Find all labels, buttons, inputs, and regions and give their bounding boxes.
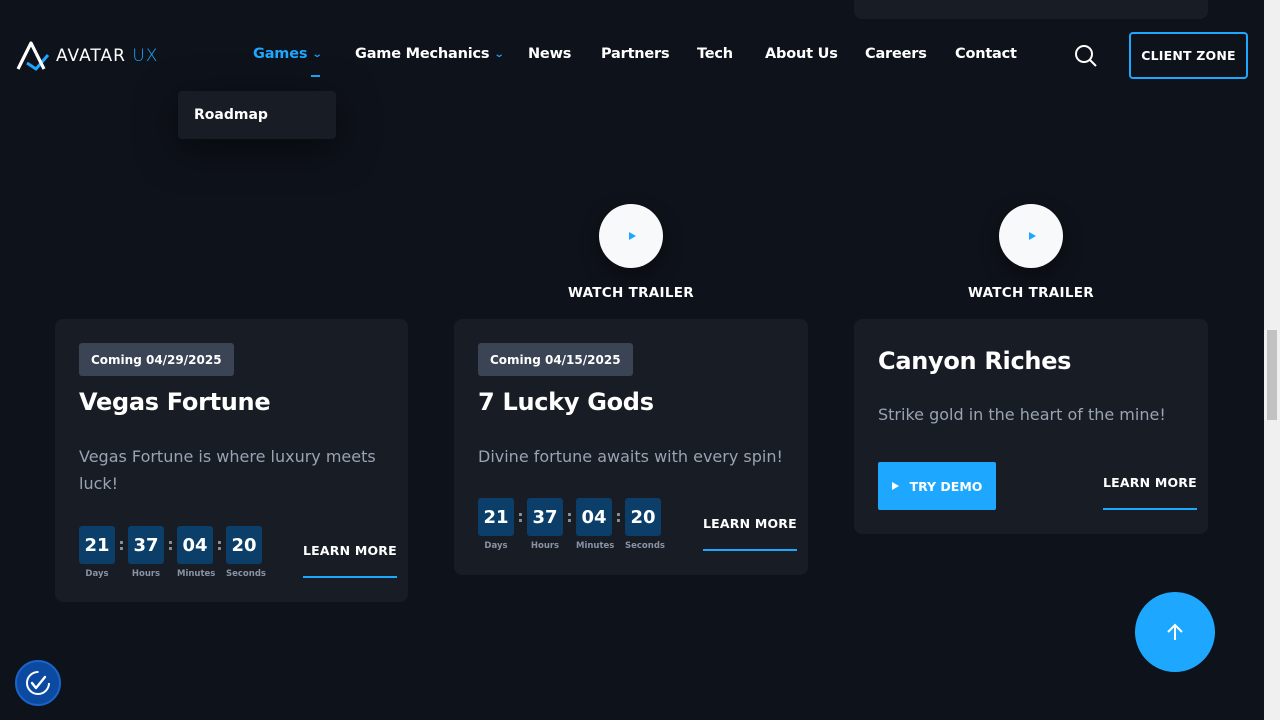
play-icon	[891, 482, 899, 490]
coming-date-badge: Coming 04/15/2025	[478, 343, 633, 376]
trailer-label[interactable]: WATCH TRAILER	[951, 285, 1111, 301]
countdown-seconds: 20 Seconds	[226, 526, 266, 579]
try-demo-button[interactable]: TRY DEMO	[878, 462, 996, 510]
chevron-down-icon: ⌄	[494, 48, 505, 60]
accessibility-icon	[26, 671, 50, 695]
avatar-logo-icon	[16, 41, 50, 71]
countdown-separator: :	[167, 535, 174, 554]
countdown-separator: :	[615, 507, 622, 526]
coming-date-badge: Coming 04/29/2025	[79, 343, 234, 376]
client-zone-button[interactable]: CLIENT ZONE	[1129, 32, 1248, 79]
game-description: Strike gold in the heart of the mine!	[878, 405, 1166, 424]
logo[interactable]: AVATAR UX	[16, 38, 158, 74]
countdown-separator: :	[118, 535, 125, 554]
game-title: Vegas Fortune	[79, 388, 271, 416]
countdown-seconds: 20 Seconds	[625, 498, 665, 551]
play-button[interactable]	[599, 204, 663, 268]
game-card-7-lucky-gods: Coming 04/15/2025 7 Lucky Gods Divine fo…	[454, 319, 808, 575]
game-description: Vegas Fortune is where luxury meets luck…	[79, 447, 376, 493]
nav-about-us[interactable]: About Us	[765, 46, 838, 62]
nav-tech[interactable]: Tech	[697, 46, 733, 62]
accessibility-button[interactable]	[15, 660, 61, 706]
countdown-hours: 37 Hours	[128, 526, 164, 579]
play-icon	[628, 232, 636, 240]
dropdown-item-roadmap[interactable]: Roadmap	[194, 107, 268, 123]
arrow-up-icon	[1167, 623, 1183, 640]
game-title: Canyon Riches	[878, 347, 1072, 375]
countdown-hours: 37 Hours	[527, 498, 563, 551]
watch-trailer-canyon-riches[interactable]: WATCH TRAILER	[951, 204, 1111, 301]
game-card-canyon-riches: Canyon Riches Strike gold in the heart o…	[854, 319, 1208, 534]
page-scrollbar[interactable]	[1264, 0, 1280, 720]
countdown-minutes: 04 Minutes	[177, 526, 215, 579]
nav-partners[interactable]: Partners	[601, 46, 670, 62]
scroll-to-top-button[interactable]	[1135, 592, 1215, 672]
learn-more-link[interactable]: LEARN MORE	[1103, 475, 1197, 510]
search-icon[interactable]	[1074, 44, 1098, 68]
watch-trailer-7-lucky-gods[interactable]: WATCH TRAILER	[551, 204, 711, 301]
chevron-down-icon: ⌄	[312, 48, 323, 60]
countdown-minutes: 04 Minutes	[576, 498, 614, 551]
countdown-separator: :	[566, 507, 573, 526]
countdown-separator: :	[216, 535, 223, 554]
countdown-separator: :	[517, 507, 524, 526]
games-dropdown: Roadmap	[178, 91, 336, 139]
game-card-vegas-fortune: Coming 04/29/2025 Vegas Fortune Vegas Fo…	[55, 319, 408, 602]
logo-text: AVATAR UX	[56, 46, 159, 66]
countdown: 21 Days : 37 Hours : 04 Minutes : 20 Seconds	[478, 498, 665, 551]
countdown-days: 21 Days	[79, 526, 115, 579]
scrollbar-thumb[interactable]	[1267, 330, 1277, 420]
game-description: Divine fortune awaits with every spin!	[478, 447, 783, 466]
play-button[interactable]	[999, 204, 1063, 268]
active-nav-indicator	[311, 75, 320, 77]
nav-careers[interactable]: Careers	[865, 46, 927, 62]
nav-games[interactable]: Games ⌄	[253, 46, 323, 62]
learn-more-link[interactable]: LEARN MORE	[703, 516, 797, 551]
countdown-days: 21 Days	[478, 498, 514, 551]
game-title: 7 Lucky Gods	[478, 388, 654, 416]
trailer-label[interactable]: WATCH TRAILER	[551, 285, 711, 301]
nav-game-mechanics[interactable]: Game Mechanics ⌄	[355, 46, 505, 62]
nav-news[interactable]: News	[528, 46, 571, 62]
countdown: 21 Days : 37 Hours : 04 Minutes : 20 Seconds	[79, 526, 266, 579]
learn-more-link[interactable]: LEARN MORE	[303, 543, 397, 578]
play-icon	[1028, 232, 1036, 240]
nav-contact[interactable]: Contact	[955, 46, 1017, 62]
